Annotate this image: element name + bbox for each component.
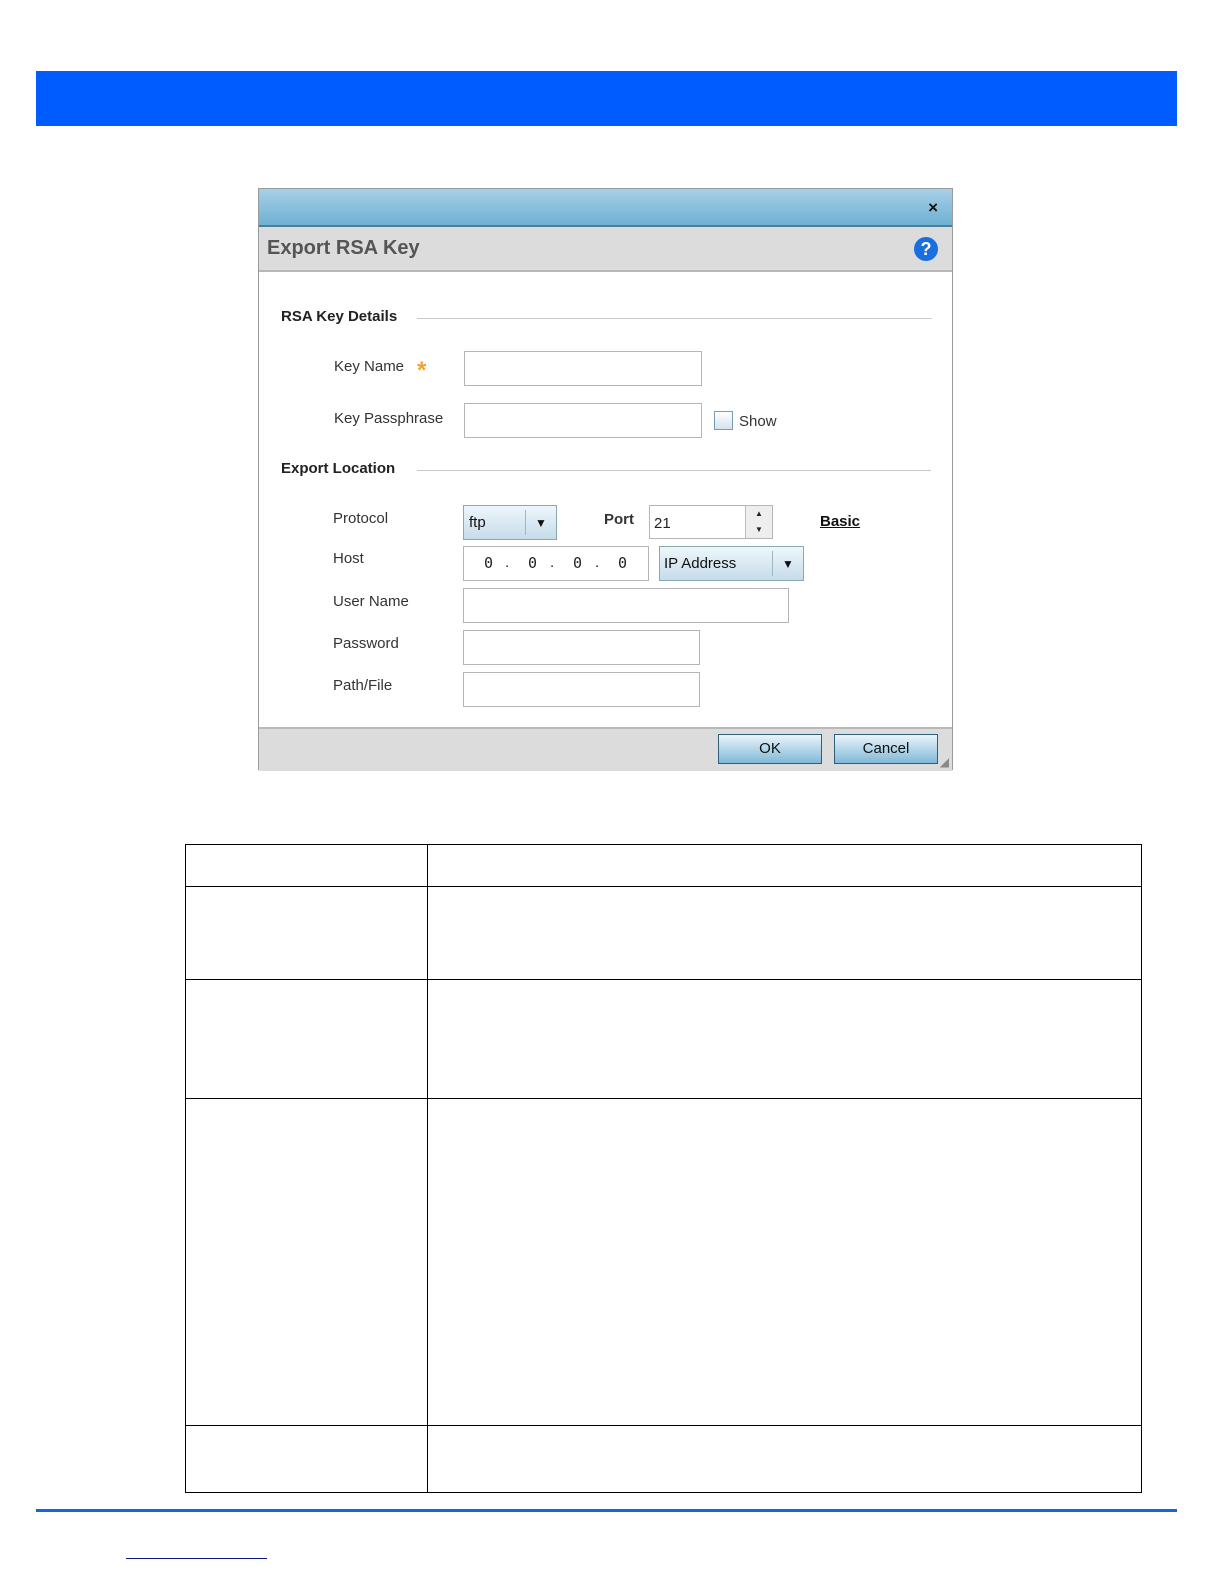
chevron-down-icon: ▼ [772,551,803,576]
ok-button[interactable]: OK [718,734,822,764]
resize-grip-icon[interactable]: ◢ [940,755,949,769]
table-cell [427,844,1142,887]
host-label: Host [333,550,364,567]
protocol-value: ftp [469,514,486,531]
table-row [185,1098,1142,1426]
table-cell [185,844,428,887]
ip-octet[interactable]: 0 [528,554,537,572]
basic-link[interactable]: Basic [820,513,860,530]
key-name-label: Key Name [334,358,405,375]
table-cell [427,979,1142,1099]
show-checkbox[interactable] [714,411,733,430]
port-label: Port [604,511,634,528]
key-passphrase-label: Key Passphrase [334,410,444,427]
footer-rule [36,1509,1177,1512]
password-label: Password [333,635,399,652]
section-rsa-key-details: RSA Key Details [281,308,398,325]
table-row [185,844,1142,887]
table-row [185,886,1142,980]
ip-octet[interactable]: 0 [484,554,493,572]
increment-icon[interactable]: ▲ [745,506,772,523]
table-cell [427,886,1142,980]
ip-octet[interactable]: 0 [573,554,582,572]
user-name-input[interactable] [463,588,789,623]
key-name-input[interactable] [464,351,702,386]
host-ip-input[interactable]: 0 . 0 . 0 . 0 [463,546,649,581]
table-cell [427,1425,1142,1493]
header-banner [36,71,1177,126]
table-cell [185,979,428,1099]
password-input[interactable] [463,630,700,665]
port-stepper[interactable]: 21 ▲ ▼ [649,505,773,539]
dialog-title: Export RSA Key [267,237,420,259]
protocol-label: Protocol [333,510,389,527]
dialog-titlebar[interactable]: × [259,189,952,227]
user-name-label: User Name [333,593,409,610]
divider [417,318,932,319]
show-label: Show [739,413,777,430]
export-rsa-key-dialog: × Export RSA Key ? RSA Key Details Key N… [258,188,953,771]
required-icon: * [417,357,427,384]
table-cell [185,1425,428,1493]
table-row [185,979,1142,1099]
divider [417,470,931,471]
description-table [185,844,1142,1493]
table-cell [185,1098,428,1426]
help-icon[interactable]: ? [914,237,938,261]
table-row [185,1425,1142,1493]
section-export-location: Export Location [281,460,396,477]
table-cell [427,1098,1142,1426]
path-file-input[interactable] [463,672,700,707]
cancel-button[interactable]: Cancel [834,734,938,764]
key-passphrase-input[interactable] [464,403,702,438]
footer-link-underline[interactable] [126,1558,267,1559]
decrement-icon[interactable]: ▼ [745,522,772,538]
port-value: 21 [654,515,671,532]
host-type-value: IP Address [664,555,737,572]
host-type-select[interactable]: IP Address ▼ [659,546,804,581]
close-icon[interactable]: × [928,198,938,218]
path-file-label: Path/File [333,677,393,694]
dialog-footer: OK Cancel ◢ [259,727,952,771]
ip-octet[interactable]: 0 [618,554,627,572]
chevron-down-icon: ▼ [525,510,556,535]
protocol-select[interactable]: ftp ▼ [463,505,557,540]
table-cell [185,886,428,980]
dialog-header: Export RSA Key ? [259,227,952,272]
